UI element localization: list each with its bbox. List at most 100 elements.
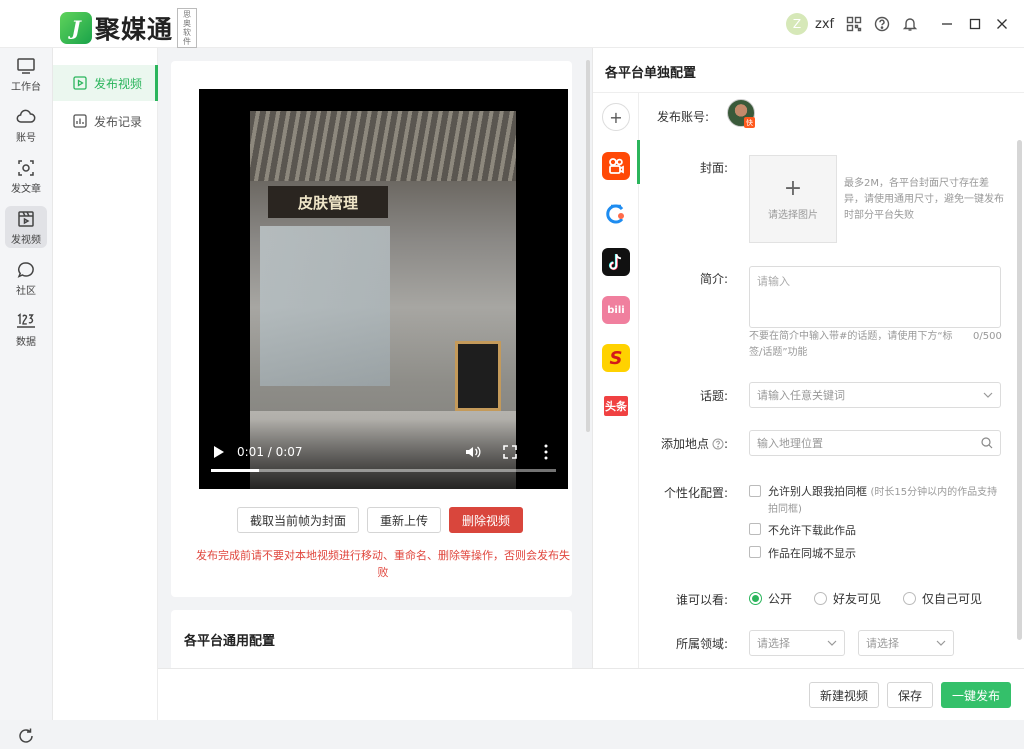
subnav-label: 发布视频 [94,76,143,91]
intro-placeholder: 请输入 [757,275,790,288]
nav-label: 发文章 [11,183,41,195]
save-button[interactable]: 保存 [887,682,933,708]
qq-icon [606,204,624,224]
app-name: 聚媒通 [95,15,174,44]
fullscreen-icon[interactable] [503,445,517,462]
nav-video[interactable]: 发视频 [5,206,47,248]
nav-accounts[interactable]: 账号 [5,104,47,146]
app-logo: J 聚媒通 思奥软件 [60,8,198,48]
qrcode-icon[interactable] [845,15,863,33]
maximize-icon[interactable] [966,15,984,33]
intro-label: 简介: [699,272,728,286]
visibility-public[interactable]: 公开 [749,590,792,607]
domain-select-2[interactable]: 请选择 [858,630,954,656]
sohu-icon: S [609,347,623,369]
nav-label: 账号 [16,132,36,144]
domain-placeholder: 请选择 [757,637,790,650]
radio[interactable] [814,592,828,605]
video-time: 0:01 / 0:07 [237,445,303,459]
nav-article[interactable]: 发文章 [5,155,47,197]
publish-all-button[interactable]: 一键发布 [941,682,1011,708]
avatar[interactable]: Z [786,13,808,35]
company-badge: 思奥软件 [177,8,198,48]
platform-qq-video[interactable] [602,200,630,228]
chalkboard [455,341,501,411]
capture-cover-button[interactable]: 截取当前帧为封面 [237,507,360,533]
logo-mark: J [60,12,92,44]
delete-video-button[interactable]: 删除视频 [449,507,524,533]
location-label-wrap: 添加地点 : [660,436,728,452]
account-label: 发布账号: [657,110,710,124]
per-platform-panel: 各平台单独配置 + bili S 头条 发布账号: 快 封面: + 请选择图片 … [592,48,1024,668]
intro-char-count: 0/500 [973,331,1002,342]
add-platform-button[interactable]: + [602,103,630,131]
user-profile[interactable]: Z zxf [786,13,834,35]
chat-icon [16,260,36,280]
help-icon[interactable] [873,15,891,33]
volume-icon[interactable] [465,445,481,462]
radio-label: 仅自己可见 [922,592,983,606]
platform-kuaishou[interactable] [602,152,630,180]
platform-sohu[interactable]: S [602,344,630,372]
radio[interactable] [749,592,762,605]
help-icon[interactable] [712,438,724,450]
title-bar: J 聚媒通 思奥软件 Z zxf [0,0,1024,48]
video-player[interactable]: 皮肤管理 0:01 / 0:07 [199,89,568,489]
close-icon[interactable] [993,15,1011,33]
domain-select-1[interactable]: 请选择 [749,630,845,656]
location-placeholder: 输入地理位置 [757,437,823,450]
more-icon[interactable] [544,444,548,463]
video-card: 皮肤管理 0:01 / 0:07 截取当前帧为封面 重新上传 删除视频 发布完成… [171,61,572,597]
option-allow-duet[interactable]: 允许别人跟我拍同框 (时长15分钟以内的作品支持拍同框) [749,484,1001,518]
main-nav: 工作台 账号 发文章 发视频 社区 数据 [0,48,53,743]
subnav-publish-video[interactable]: 发布视频 [53,65,158,101]
minimize-icon[interactable] [938,15,956,33]
platform-douyin[interactable] [602,248,630,276]
search-icon [981,437,993,449]
user-name[interactable]: zxf [815,17,834,32]
location-input[interactable]: 输入地理位置 [749,430,1001,456]
cover-label: 封面: [699,161,728,175]
video-board-icon [16,209,36,229]
reupload-button[interactable]: 重新上传 [367,507,442,533]
monitor-icon [16,56,36,76]
platform-list: + bili S 头条 [593,93,639,668]
checkbox[interactable] [749,546,761,558]
kuaishou-icon [609,158,624,174]
action-bar: 新建视频 保存 一键发布 [158,668,1024,720]
radio[interactable] [903,592,917,605]
video-progress[interactable] [211,469,556,472]
checkbox[interactable] [749,523,761,535]
radio-label: 好友可见 [833,592,882,606]
option-label: 允许别人跟我拍同框 [768,485,867,498]
nav-data[interactable]: 数据 [5,308,47,350]
platform-bilibili[interactable]: bili [602,296,630,324]
nav-community[interactable]: 社区 [5,257,47,299]
plus-icon: + [783,175,803,201]
visibility-private[interactable]: 仅自己可见 [903,590,982,607]
option-no-download[interactable]: 不允许下载此作品 [749,522,856,538]
cover-upload[interactable]: + 请选择图片 [749,155,837,243]
bell-icon[interactable] [901,15,919,33]
subnav-publish-records[interactable]: 发布记录 [53,103,158,139]
left-scrollbar[interactable] [586,60,590,432]
new-video-button[interactable]: 新建视频 [809,682,879,708]
option-hide-local[interactable]: 作品在同城不显示 [749,545,856,561]
domain-label: 所属领域: [675,637,728,651]
refresh-icon[interactable] [16,726,36,746]
checkbox[interactable] [749,485,761,497]
nav-label: 社区 [16,285,36,297]
nav-workbench[interactable]: 工作台 [5,53,47,95]
intro-textarea[interactable]: 请输入 [749,266,1001,328]
platform-toutiao[interactable]: 头条 [602,392,630,420]
play-icon[interactable] [213,445,225,462]
intro-hint: 不要在简介中输入带#的话题，请使用下方“标签/话题”功能 [749,331,953,358]
right-scrollbar[interactable] [1017,140,1022,640]
stats-icon [73,114,87,128]
topic-placeholder: 请输入任意关键词 [757,389,845,402]
domain-placeholder: 请选择 [866,637,899,650]
option-label: 作品在同城不显示 [768,547,856,560]
topic-select[interactable]: 请输入任意关键词 [749,382,1001,408]
visibility-friends[interactable]: 好友可见 [814,590,881,607]
nav-label: 工作台 [11,81,41,93]
